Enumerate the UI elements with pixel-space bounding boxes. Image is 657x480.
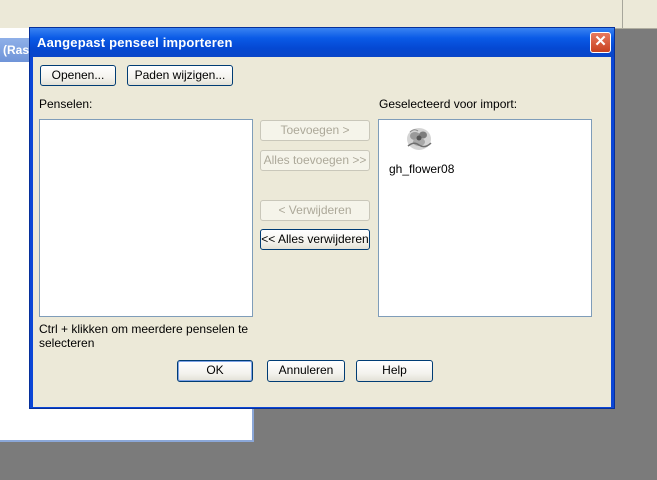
background-toolbar bbox=[0, 0, 657, 29]
dialog-title: Aangepast penseel importeren bbox=[37, 35, 233, 50]
close-button[interactable]: ✕ bbox=[590, 32, 611, 53]
add-all-button[interactable]: Alles toevoegen >> bbox=[260, 150, 370, 171]
ok-button[interactable]: OK bbox=[177, 360, 253, 382]
brushes-label: Penselen: bbox=[39, 97, 93, 111]
brushes-listbox[interactable] bbox=[39, 119, 253, 317]
selected-for-import-listbox[interactable]: gh_flower08 bbox=[378, 119, 592, 317]
dialog-titlebar[interactable]: Aangepast penseel importeren ✕ bbox=[30, 28, 614, 57]
cancel-button[interactable]: Annuleren bbox=[267, 360, 345, 382]
change-paths-button[interactable]: Paden wijzigen... bbox=[127, 65, 233, 86]
add-button[interactable]: Toevoegen > bbox=[260, 120, 370, 141]
close-icon: ✕ bbox=[594, 33, 607, 50]
brush-name: gh_flower08 bbox=[389, 162, 455, 176]
remove-all-button[interactable]: << Alles verwijderen bbox=[260, 229, 370, 250]
list-item[interactable]: gh_flower08 bbox=[389, 124, 471, 180]
selected-for-import-label: Geselecteerd voor import: bbox=[379, 97, 518, 111]
remove-button[interactable]: < Verwijderen bbox=[260, 200, 370, 221]
open-button[interactable]: Openen... bbox=[40, 65, 116, 86]
import-brush-dialog: Aangepast penseel importeren ✕ Openen...… bbox=[29, 27, 615, 409]
help-button[interactable]: Help bbox=[356, 360, 433, 382]
dialog-body: Openen... Paden wijzigen... Penselen: Ge… bbox=[33, 57, 611, 407]
multi-select-hint: Ctrl + klikken om meerdere penselen te s… bbox=[39, 322, 249, 350]
background-toolbar-divider bbox=[622, 0, 623, 28]
brush-thumbnail-icon bbox=[404, 124, 434, 154]
